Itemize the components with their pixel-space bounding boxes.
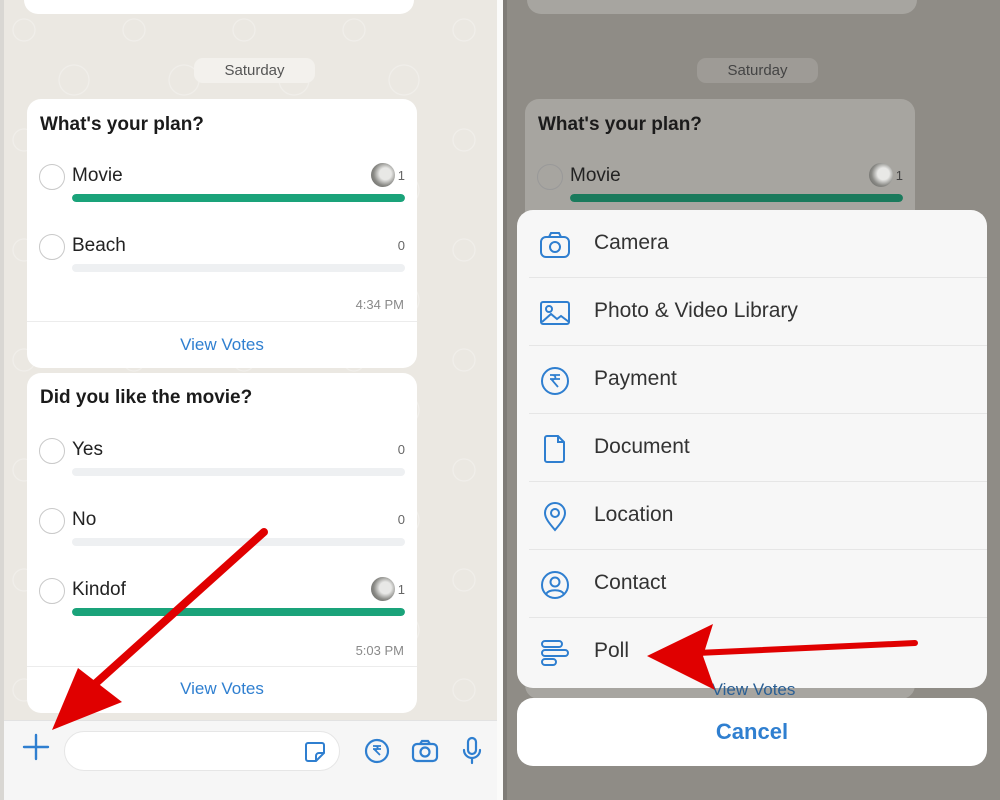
poll-option-label: Kindof — [72, 579, 126, 600]
sheet-item-camera[interactable]: Camera — [517, 210, 987, 278]
divider — [27, 666, 417, 667]
poll-message: What's your plan? Movie 1 Beach 0 4:34 P… — [27, 99, 417, 368]
sheet-item-label: Poll — [594, 639, 630, 662]
voter-avatar — [371, 577, 395, 601]
poll-option: Movie 1 — [537, 163, 903, 214]
poll-icon — [539, 638, 571, 668]
document-icon — [539, 434, 571, 464]
voter-avatar — [371, 163, 395, 187]
sheet-item-label: Location — [594, 503, 674, 526]
sticker-icon[interactable] — [303, 740, 327, 769]
vote-count: 0 — [397, 238, 405, 253]
vote-bar-fill — [72, 608, 405, 616]
microphone-icon[interactable] — [461, 736, 483, 771]
poll-message: Did you like the movie? Yes 0 No 0 Kindo… — [27, 373, 417, 713]
rupee-payment-icon[interactable] — [364, 738, 390, 769]
photo-icon — [539, 298, 571, 328]
sheet-item-label: Camera — [594, 231, 669, 254]
view-votes-button[interactable]: View Votes — [27, 335, 417, 355]
poll-option[interactable]: Beach 0 — [39, 234, 405, 284]
view-votes-button[interactable]: View Votes — [27, 679, 417, 699]
vote-count: 1 — [397, 168, 405, 183]
vote-count: 0 — [397, 512, 405, 527]
radio-button[interactable] — [39, 578, 65, 604]
poll-option-label: Beach — [72, 235, 126, 256]
divider — [27, 321, 417, 322]
sheet-item-location[interactable]: Location — [517, 482, 987, 550]
date-chip: Saturday — [194, 58, 315, 83]
message-timestamp: 5:03 PM — [355, 643, 404, 658]
vote-bar — [72, 194, 405, 202]
previous-message-bubble — [527, 0, 917, 14]
vote-count: 1 — [397, 582, 405, 597]
vote-count: 0 — [397, 442, 405, 457]
rupee-icon — [539, 366, 571, 396]
vote-bar — [72, 538, 405, 546]
message-composer — [4, 720, 497, 800]
contact-icon — [539, 570, 571, 600]
sheet-item-label: Payment — [594, 367, 677, 390]
previous-message-bubble — [24, 0, 414, 14]
sheet-item-contact[interactable]: Contact — [517, 550, 987, 618]
vote-bar — [570, 194, 903, 202]
attachment-screen: Saturday What's your plan? Movie 1 Camer… — [503, 0, 1000, 800]
sheet-item-label: Photo & Video Library — [594, 299, 798, 322]
poll-option[interactable]: Movie 1 — [39, 163, 405, 214]
radio-button[interactable] — [39, 164, 65, 190]
poll-option-label: Movie — [570, 165, 621, 186]
radio-button[interactable] — [39, 508, 65, 534]
message-input[interactable] — [64, 731, 340, 771]
sheet-item-payment[interactable]: Payment — [517, 346, 987, 414]
vote-bar — [72, 608, 405, 616]
chat-screen: Saturday What's your plan? Movie 1 Beach… — [0, 0, 497, 800]
date-chip: Saturday — [697, 58, 818, 83]
message-timestamp: 4:34 PM — [355, 297, 404, 312]
poll-question: Did you like the movie? — [40, 387, 253, 408]
attachment-action-sheet: Camera Photo & Video Library Payment Doc… — [517, 210, 987, 688]
view-votes-button: View Votes — [711, 680, 796, 699]
poll-question: What's your plan? — [538, 114, 702, 135]
sheet-item-label: Document — [594, 435, 690, 458]
poll-option-label: Movie — [72, 165, 123, 186]
vote-bar — [72, 468, 405, 476]
poll-option-label: No — [72, 509, 97, 530]
radio-button — [537, 164, 563, 190]
radio-button[interactable] — [39, 234, 65, 260]
vote-bar-fill — [570, 194, 903, 202]
vote-count: 1 — [895, 168, 903, 183]
sheet-item-photo-video-library[interactable]: Photo & Video Library — [517, 278, 987, 346]
voter-avatar — [869, 163, 893, 187]
sheet-item-document[interactable]: Document — [517, 414, 987, 482]
camera-icon[interactable] — [411, 738, 439, 769]
radio-button[interactable] — [39, 438, 65, 464]
camera-icon — [539, 230, 571, 260]
sheet-item-label: Contact — [594, 571, 667, 594]
cancel-button[interactable]: Cancel — [517, 698, 987, 766]
location-pin-icon — [539, 502, 571, 532]
sheet-item-poll[interactable]: Poll — [517, 618, 987, 686]
poll-option[interactable]: Kindof 1 — [39, 577, 405, 628]
poll-option[interactable]: Yes 0 — [39, 438, 405, 488]
poll-option[interactable]: No 0 — [39, 508, 405, 558]
poll-option-label: Yes — [72, 439, 103, 460]
poll-question: What's your plan? — [40, 114, 204, 135]
vote-bar-fill — [72, 194, 405, 202]
plus-icon[interactable] — [22, 733, 50, 766]
vote-bar — [72, 264, 405, 272]
